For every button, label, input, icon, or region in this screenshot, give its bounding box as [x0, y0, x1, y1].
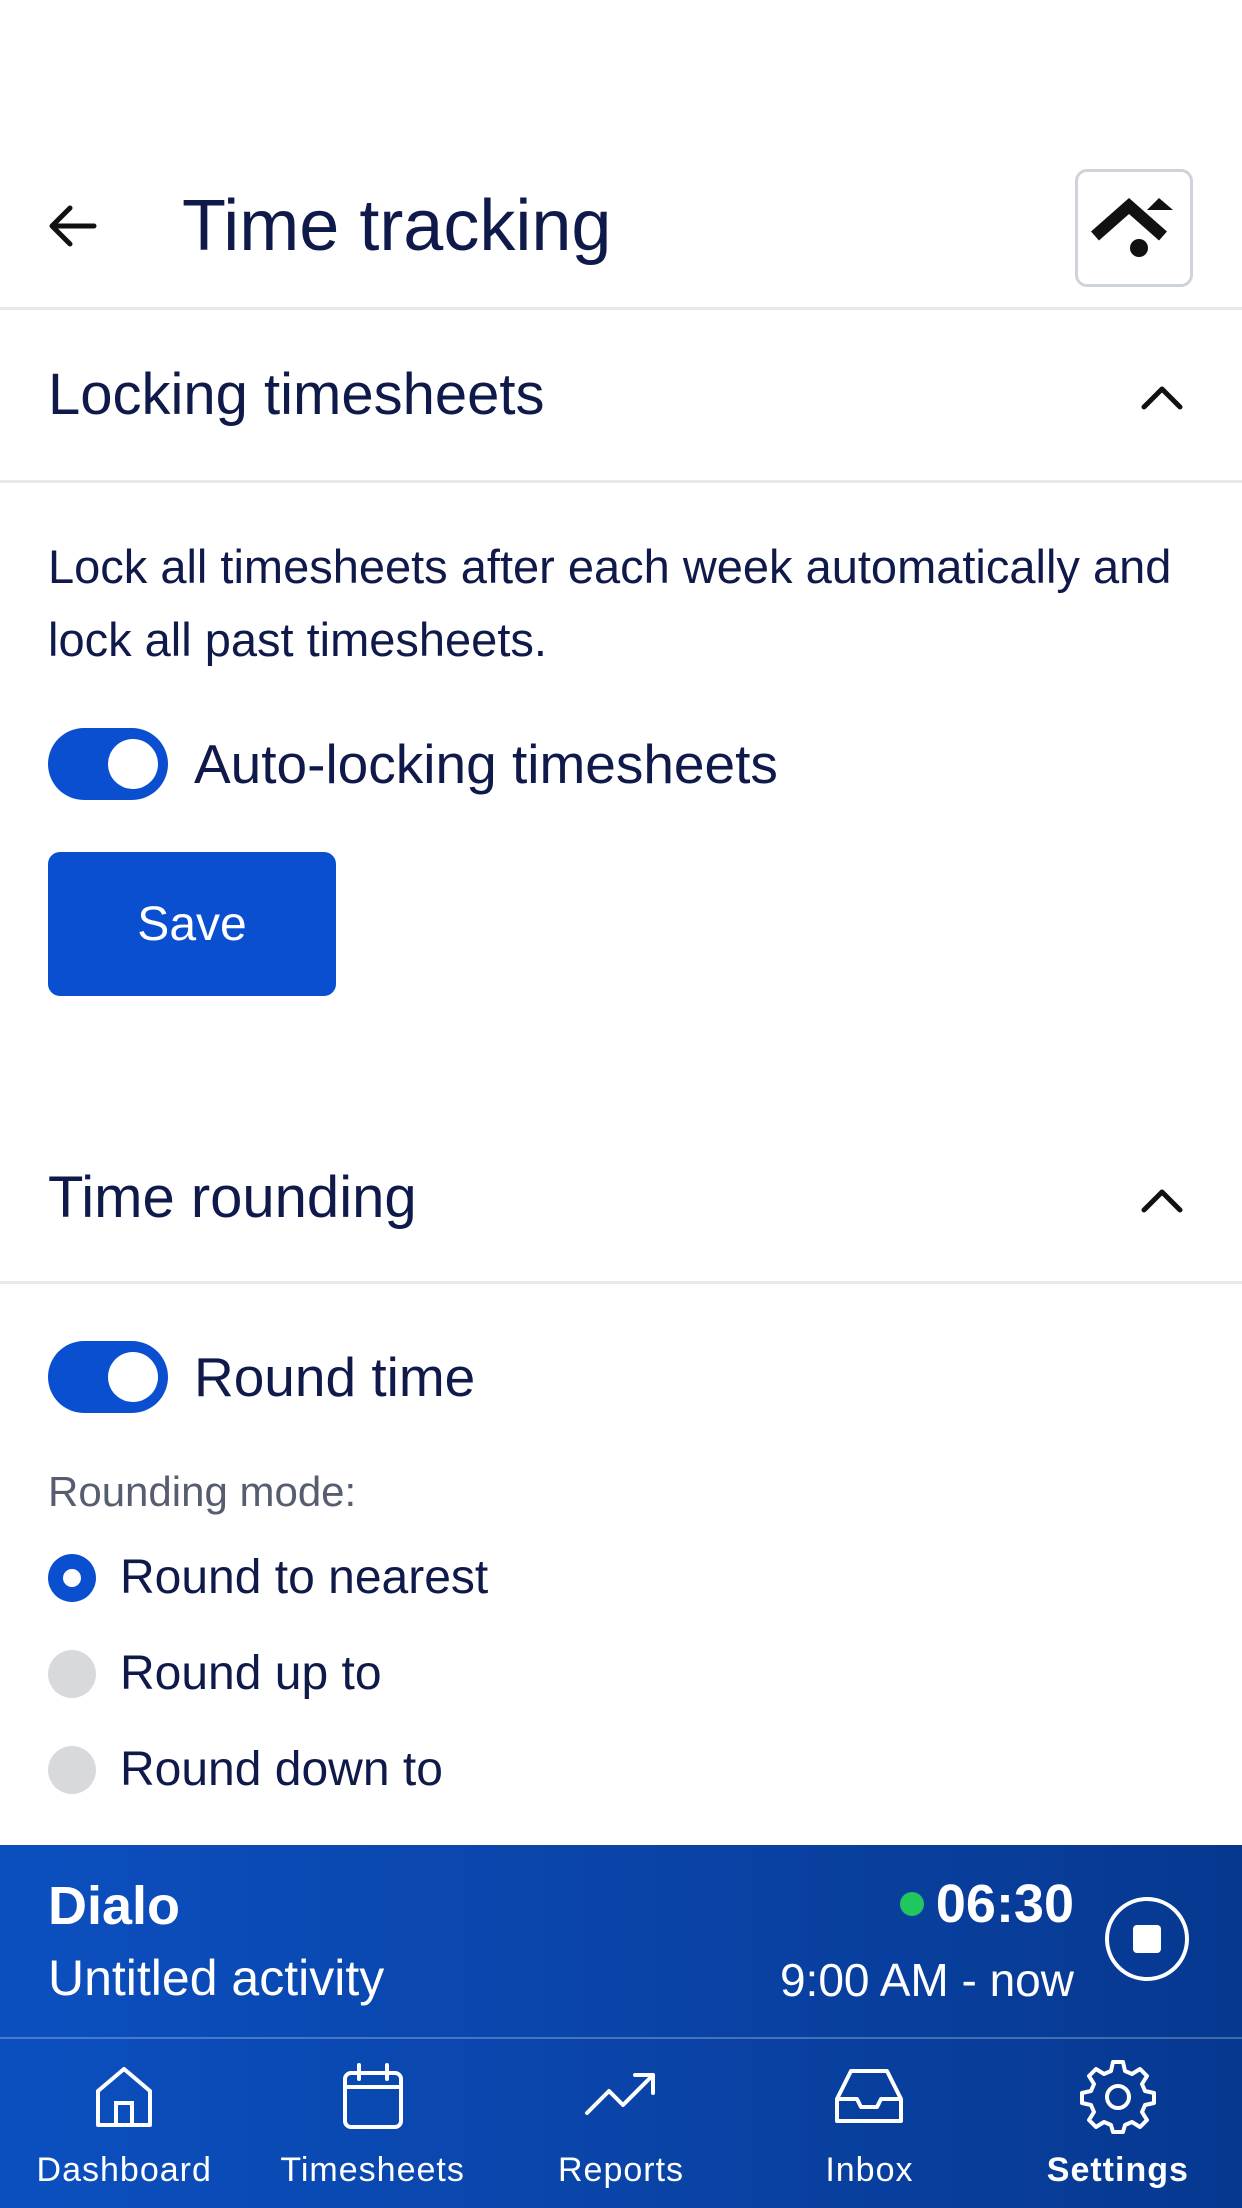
- timer-elapsed: 06:30: [899, 1873, 1074, 1935]
- arrow-left-icon: [49, 205, 97, 247]
- running-timer-bar[interactable]: Dialo Untitled activity 06:30 9:00 AM - …: [0, 1845, 1242, 2037]
- nav-item-dashboard[interactable]: Dashboard: [0, 2039, 248, 2208]
- nav-item-inbox[interactable]: Inbox: [745, 2039, 993, 2208]
- nav-label: Settings: [1046, 2151, 1189, 2189]
- gear-icon: [1079, 2060, 1156, 2134]
- back-button[interactable]: [42, 196, 102, 256]
- radio-button[interactable]: [48, 1745, 96, 1794]
- chevron-up-icon[interactable]: [1138, 373, 1186, 421]
- time-tracking-settings-page: Time tracking Locking timesheets Lock al…: [0, 0, 1242, 2208]
- stop-timer-button[interactable]: [1105, 1897, 1189, 1981]
- rounding-section-header[interactable]: Time rounding: [0, 1114, 1242, 1284]
- save-button[interactable]: Save: [48, 852, 336, 996]
- nav-item-reports[interactable]: Reports: [497, 2039, 745, 2208]
- radio-option-round-to-nearest[interactable]: Round to nearest: [48, 1550, 488, 1605]
- nav-label: Inbox: [825, 2151, 914, 2189]
- company-logo-button[interactable]: [1075, 169, 1193, 287]
- radio-option-round-up-to[interactable]: Round up to: [48, 1646, 382, 1701]
- toggle-knob: [108, 1352, 158, 1402]
- chevron-up-icon[interactable]: [1138, 1176, 1186, 1224]
- toggle-label: Auto-locking timesheets: [194, 733, 778, 795]
- nav-item-settings[interactable]: Settings: [994, 2039, 1242, 2208]
- round-time-toggle[interactable]: [48, 1341, 168, 1413]
- auto-locking-toggle[interactable]: [48, 728, 168, 800]
- top-header: Time tracking: [0, 0, 1242, 310]
- roof-logo-icon: [1091, 197, 1173, 257]
- radio-label: Round down to: [120, 1743, 443, 1796]
- radio-option-round-down-to[interactable]: Round down to: [48, 1742, 443, 1797]
- home-icon: [96, 2067, 153, 2127]
- section-title: Time rounding: [48, 1165, 417, 1230]
- page-title: Time tracking: [182, 186, 612, 266]
- radio-label: Round to nearest: [120, 1551, 489, 1604]
- nav-label: Reports: [557, 2151, 685, 2189]
- nav-item-timesheets[interactable]: Timesheets: [248, 2039, 496, 2208]
- calendar-icon: [342, 2063, 403, 2129]
- timer-client: Dialo: [48, 1876, 181, 1936]
- toggle-label: Round time: [194, 1346, 476, 1408]
- locking-description: Lock all timesheets after each week auto…: [48, 540, 1172, 666]
- elapsed-time: 06:30: [935, 1874, 1074, 1934]
- inbox-icon: [835, 2069, 904, 2123]
- timer-activity: Untitled activity: [48, 1950, 385, 2006]
- nav-label: Dashboard: [36, 2151, 212, 2189]
- radio-label: Round up to: [120, 1647, 382, 1700]
- trend-icon: [585, 2073, 656, 2115]
- round-time-toggle-row[interactable]: Round time: [48, 1341, 475, 1413]
- auto-locking-toggle-row[interactable]: Auto-locking timesheets: [48, 728, 778, 800]
- toggle-knob: [108, 739, 158, 789]
- locking-section-header[interactable]: Locking timesheets: [0, 313, 1242, 483]
- rounding-mode-label: Rounding mode:: [48, 1468, 357, 1515]
- live-status-dot: [899, 1892, 924, 1916]
- timer-range: 9:00 AM - now: [779, 1954, 1074, 2006]
- bottom-nav: Dashboard Timesheets Reports Inbox Setti…: [0, 2037, 1242, 2208]
- radio-button[interactable]: [48, 1553, 96, 1602]
- stop-icon: [1133, 1925, 1161, 1953]
- radio-button[interactable]: [48, 1649, 96, 1698]
- nav-label: Timesheets: [280, 2151, 465, 2189]
- section-title: Locking timesheets: [48, 362, 545, 427]
